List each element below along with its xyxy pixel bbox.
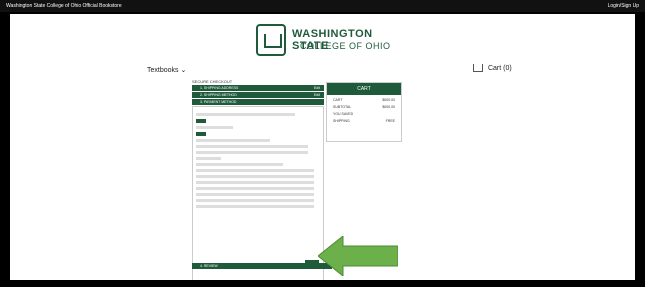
store-title: Washington State College of Ohio Officia… bbox=[6, 3, 122, 9]
step-label: 1. SHIPPING ADDRESS bbox=[200, 86, 239, 90]
form-line bbox=[196, 169, 314, 172]
form-line bbox=[196, 113, 296, 116]
form-line bbox=[196, 199, 314, 202]
login-signup-link[interactable]: Login/Sign Up bbox=[608, 0, 639, 12]
cart-row: CART $000.00 bbox=[327, 98, 401, 102]
cart-icon bbox=[473, 64, 483, 72]
form-line bbox=[196, 145, 308, 148]
apply-button[interactable] bbox=[196, 119, 206, 123]
checkout-panel: SECURE CHECKOUT 1. SHIPPING ADDRESS Edit… bbox=[192, 79, 324, 280]
step-shipping-method[interactable]: 2. SHIPPING METHOD Edit bbox=[192, 92, 324, 98]
cart-row-label: YOU SAVED bbox=[333, 112, 354, 116]
cart-row-label: SHIPPING bbox=[333, 119, 350, 123]
form-line bbox=[196, 187, 314, 190]
textbooks-menu[interactable]: Textbooks ⌄ bbox=[147, 66, 186, 74]
textbooks-label: Textbooks bbox=[147, 67, 179, 74]
cart-row-value: $000.00 bbox=[382, 105, 395, 109]
cart-row-value: $000.00 bbox=[382, 98, 395, 102]
edit-link[interactable]: Edit bbox=[314, 92, 320, 98]
step-label: 3. PAYMENT METHOD bbox=[200, 100, 237, 104]
cart-link-label: Cart (0) bbox=[487, 64, 512, 72]
cart-row-value: FREE bbox=[385, 119, 395, 123]
chevron-down-icon: ⌄ bbox=[180, 67, 187, 74]
step-label: 2. SHIPPING METHOD bbox=[200, 93, 237, 97]
form-line bbox=[196, 126, 234, 129]
form-line bbox=[196, 157, 221, 160]
logo-name-line2: COLLEGE OF OHIO bbox=[300, 41, 391, 51]
cart-row: YOU SAVED bbox=[327, 112, 401, 116]
cart-link[interactable]: Cart (0) bbox=[473, 64, 512, 72]
form-line bbox=[196, 139, 271, 142]
form-line bbox=[196, 151, 308, 154]
cart-row: SUBTOTAL $000.00 bbox=[327, 105, 401, 109]
page: WASHINGTON STATE COLLEGE OF OHIO Textboo… bbox=[10, 14, 635, 280]
form-line bbox=[196, 163, 283, 166]
cart-row-label: SUBTOTAL bbox=[333, 105, 352, 109]
step-review: 4. REVIEW bbox=[192, 263, 332, 269]
green-arrow-icon bbox=[318, 236, 398, 276]
cart-row: SHIPPING FREE bbox=[327, 119, 401, 123]
top-bar: Washington State College of Ohio Officia… bbox=[0, 0, 645, 12]
college-logo[interactable]: WASHINGTON STATE COLLEGE OF OHIO bbox=[256, 24, 406, 68]
form-line bbox=[196, 175, 314, 178]
checkout-title: SECURE CHECKOUT bbox=[192, 79, 233, 84]
cart-row-label: CART bbox=[333, 98, 343, 102]
form-line bbox=[196, 181, 314, 184]
cart-summary-title: CART bbox=[327, 83, 401, 95]
step-payment-method: 3. PAYMENT METHOD bbox=[192, 99, 324, 105]
edit-link[interactable]: Edit bbox=[314, 85, 320, 91]
apply-button-2[interactable] bbox=[196, 132, 206, 136]
form-line bbox=[196, 205, 314, 208]
form-line bbox=[196, 193, 314, 196]
logo-badge-icon bbox=[256, 24, 286, 56]
step-shipping-address[interactable]: 1. SHIPPING ADDRESS Edit bbox=[192, 85, 324, 91]
payment-form bbox=[192, 106, 324, 280]
cart-summary: CART CART $000.00 SUBTOTAL $000.00 YOU S… bbox=[326, 82, 402, 142]
